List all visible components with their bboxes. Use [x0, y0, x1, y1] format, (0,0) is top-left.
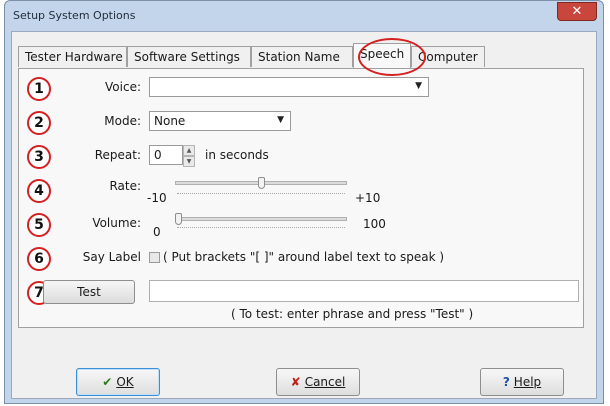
- say-label-hint: ( Put brackets "[ ]" around label text t…: [163, 250, 445, 264]
- repeat-unit: in seconds: [205, 148, 269, 162]
- callout-3: 3: [27, 145, 51, 169]
- title-bar: Setup System Options ✕: [5, 1, 603, 31]
- ok-label: OK: [116, 375, 134, 389]
- callout-4: 4: [27, 179, 51, 203]
- volume-slider-thumb[interactable]: [175, 213, 182, 225]
- speech-panel: 1 Voice: ▼ 2 Mode: None ▼ 3 Repeat: 0 ▲ …: [18, 68, 584, 328]
- repeat-spin-buttons[interactable]: ▲ ▼: [183, 145, 195, 167]
- rate-slider-thumb[interactable]: [257, 177, 265, 189]
- help-button[interactable]: ? Help: [480, 368, 564, 396]
- volume-min-label: 0: [153, 225, 161, 239]
- repeat-value: 0: [154, 148, 162, 162]
- checkmark-icon: ✔: [102, 375, 113, 389]
- help-label: Help: [513, 375, 542, 389]
- test-phrase-input[interactable]: [149, 280, 579, 302]
- voice-label: Voice:: [105, 80, 141, 94]
- dialog-client-area: Tester Hardware Software Settings Statio…: [11, 31, 597, 399]
- repeat-spinbox[interactable]: 0 ▲ ▼: [149, 145, 195, 167]
- rate-label: Rate:: [109, 179, 141, 193]
- volume-slider-track[interactable]: [175, 217, 347, 221]
- test-hint: ( To test: enter phrase and press "Test"…: [231, 307, 474, 321]
- help-question-icon: ?: [502, 375, 510, 389]
- mode-dropdown[interactable]: None ▼: [149, 111, 291, 131]
- spin-down-icon[interactable]: ▼: [183, 156, 195, 167]
- volume-slider-ticks: [177, 227, 345, 230]
- rate-slider-ticks: [177, 193, 345, 196]
- rate-max-label: +10: [355, 191, 381, 205]
- x-icon: ✘: [290, 375, 301, 389]
- repeat-label: Repeat:: [94, 148, 141, 162]
- tab-computer[interactable]: Computer: [411, 46, 485, 67]
- volume-max-label: 100: [363, 217, 386, 231]
- spin-up-icon[interactable]: ▲: [183, 145, 195, 156]
- chevron-down-icon: ▼: [277, 115, 284, 125]
- mode-label: Mode:: [104, 114, 141, 128]
- tab-station-name[interactable]: Station Name: [251, 46, 353, 67]
- say-label-label: Say Label: [82, 250, 141, 264]
- close-button[interactable]: ✕: [557, 2, 597, 21]
- setup-dialog: Setup System Options ✕ Tester Hardware S…: [4, 0, 604, 404]
- window-title: Setup System Options: [13, 9, 136, 22]
- cancel-button[interactable]: ✘ Cancel: [276, 368, 360, 396]
- say-label-checkbox[interactable]: [149, 252, 160, 263]
- callout-5: 5: [27, 213, 51, 237]
- voice-dropdown[interactable]: ▼: [149, 77, 429, 97]
- tab-software-settings[interactable]: Software Settings: [127, 46, 251, 67]
- tab-tester-hardware[interactable]: Tester Hardware: [18, 46, 127, 67]
- test-button[interactable]: Test: [43, 280, 135, 304]
- ok-button[interactable]: ✔ OK: [76, 368, 160, 396]
- callout-6: 6: [27, 247, 51, 271]
- volume-label: Volume:: [92, 216, 141, 230]
- callout-2: 2: [27, 111, 51, 135]
- rate-min-label: -10: [147, 191, 167, 205]
- chevron-down-icon: ▼: [415, 81, 422, 91]
- tab-speech[interactable]: Speech: [353, 43, 411, 68]
- cancel-label: Cancel: [304, 375, 346, 389]
- callout-1: 1: [27, 77, 51, 101]
- mode-value: None: [154, 114, 186, 128]
